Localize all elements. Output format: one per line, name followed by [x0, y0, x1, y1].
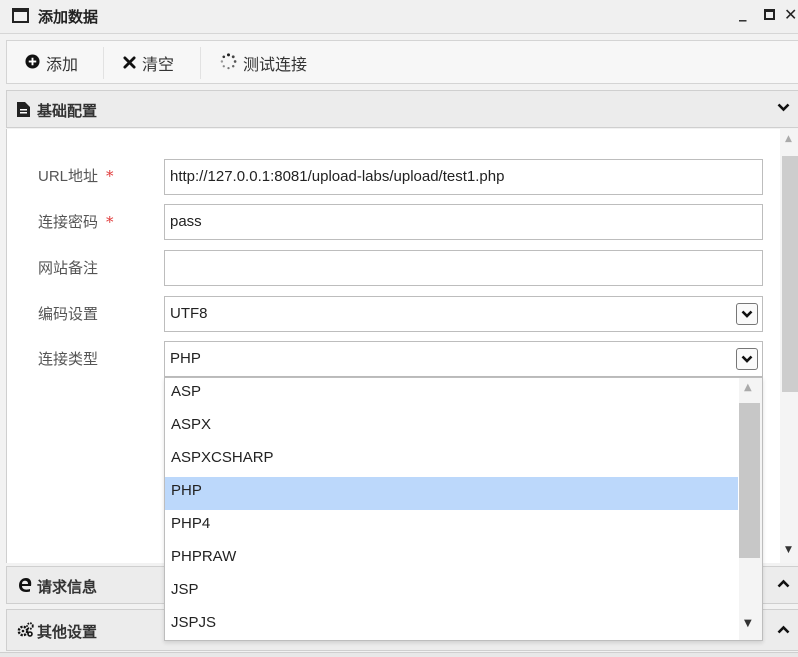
password-input[interactable]: pass — [164, 204, 763, 240]
note-label: 网站备注 — [38, 259, 99, 277]
type-value: PHP — [170, 350, 201, 367]
note-input[interactable] — [164, 250, 763, 286]
toolbar: 添加 清空 测试连接 — [6, 40, 798, 84]
required-mark: * — [106, 167, 114, 185]
bottom-border — [0, 652, 798, 657]
maximize-button[interactable] — [764, 9, 775, 20]
password-label: 连接密码 — [38, 213, 99, 231]
dropdown-scrollbar-thumb[interactable] — [739, 403, 760, 558]
type-select[interactable]: PHP — [164, 341, 763, 377]
section-basic-header[interactable]: 基础配置 — [6, 90, 798, 128]
test-connection-button[interactable]: 测试连接 — [220, 52, 307, 74]
scroll-down-arrow-icon[interactable]: ▼ — [744, 618, 752, 629]
connection-type-dropdown[interactable]: ASP ASPX ASPXCSHARP PHP PHP4 PHPRAW JSP … — [164, 377, 763, 641]
section-basic-title: 基础配置 — [37, 102, 98, 120]
section-request-title: 请求信息 — [37, 578, 98, 596]
password-label-row: 连接密码 * — [38, 211, 114, 232]
encoding-label: 编码设置 — [38, 305, 99, 323]
type-label: 连接类型 — [38, 350, 99, 368]
section-other-title: 其他设置 — [37, 623, 98, 641]
minimize-button[interactable]: _ — [739, 4, 755, 26]
close-button[interactable]: ✕ — [784, 5, 798, 25]
dropdown-option[interactable]: JSP — [165, 576, 738, 609]
toolbar-divider — [103, 47, 104, 79]
chevron-up-icon[interactable] — [777, 623, 790, 637]
plus-circle-icon — [25, 53, 40, 73]
chevron-down-icon[interactable] — [736, 348, 758, 370]
edge-icon — [17, 577, 33, 597]
x-icon — [123, 54, 136, 73]
url-label: URL地址 — [38, 168, 99, 185]
dropdown-option[interactable]: ASP — [165, 378, 738, 411]
dropdown-option[interactable]: ASPXCSHARP — [165, 444, 738, 477]
scroll-up-arrow-icon[interactable]: ▲ — [744, 382, 752, 393]
clear-button[interactable]: 清空 — [123, 52, 174, 74]
window-icon — [12, 8, 29, 23]
dropdown-option[interactable]: PHP4 — [165, 510, 738, 543]
url-input[interactable]: http://127.0.0.1:8081/upload-labs/upload… — [164, 159, 763, 195]
test-connection-label: 测试连接 — [243, 55, 308, 74]
scroll-down-arrow-icon[interactable]: ▼ — [785, 545, 792, 555]
spinner-icon — [220, 52, 237, 74]
gears-icon — [17, 622, 34, 641]
window-title: 添加数据 — [38, 8, 99, 26]
encoding-value: UTF8 — [170, 305, 208, 322]
dropdown-option[interactable]: JSPJS — [165, 609, 738, 640]
toolbar-divider — [200, 47, 201, 79]
add-label: 添加 — [46, 55, 79, 74]
chevron-down-icon[interactable] — [736, 303, 758, 325]
panel-scrollbar-thumb[interactable] — [782, 156, 798, 392]
add-button[interactable]: 添加 — [25, 52, 78, 74]
clear-label: 清空 — [142, 55, 175, 74]
chevron-up-icon[interactable] — [777, 577, 790, 591]
scroll-up-arrow-icon[interactable]: ▲ — [785, 134, 792, 144]
dropdown-option[interactable]: PHPRAW — [165, 543, 738, 576]
url-label-row: URL地址 * — [38, 165, 114, 186]
dropdown-option[interactable]: ASPX — [165, 411, 738, 444]
dropdown-option-selected[interactable]: PHP — [165, 477, 738, 510]
title-bar: 添加数据 _ ✕ — [0, 0, 798, 34]
file-icon — [17, 102, 30, 121]
required-mark: * — [106, 213, 114, 231]
chevron-down-icon[interactable] — [777, 101, 790, 115]
encoding-select[interactable]: UTF8 — [164, 296, 763, 332]
